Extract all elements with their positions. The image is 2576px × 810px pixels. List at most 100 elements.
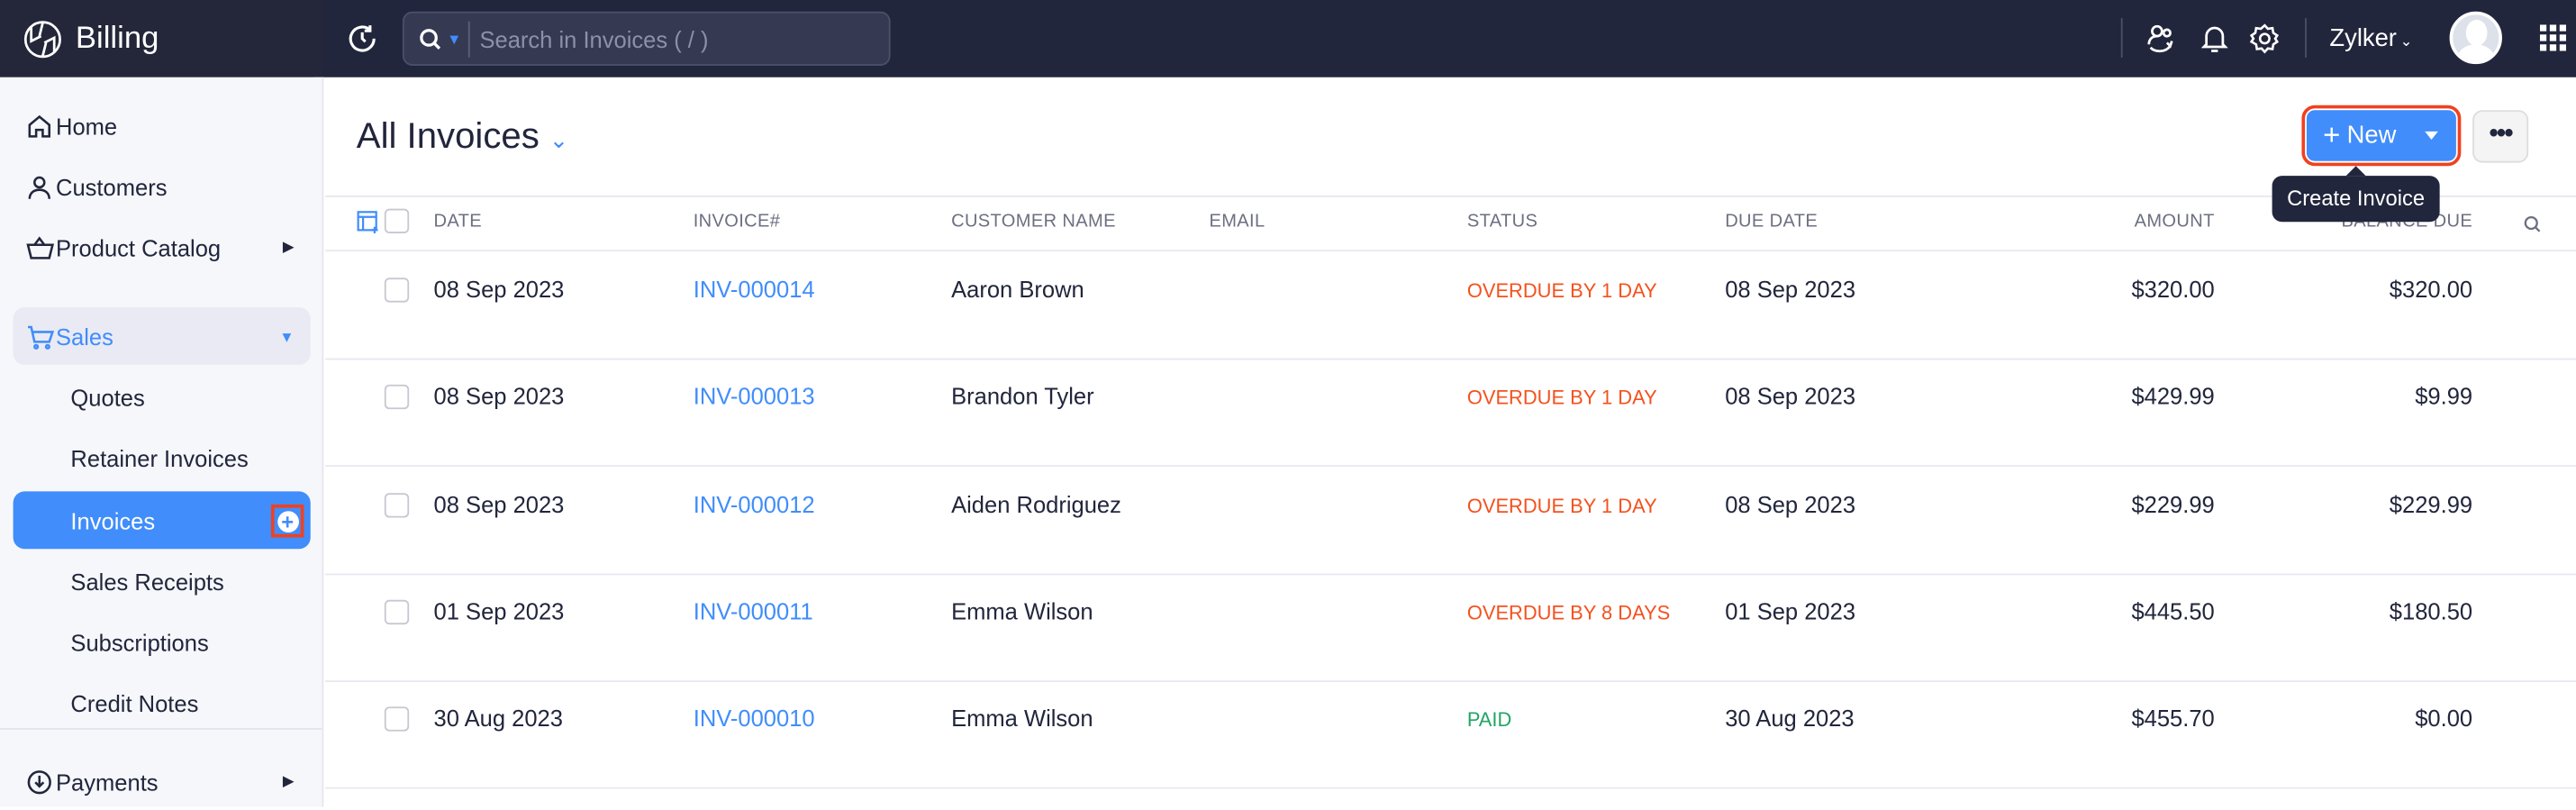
brand[interactable]: Billing <box>0 0 324 77</box>
sidebar-item-product-catalog[interactable]: Product Catalog ▶ <box>14 219 311 277</box>
cell-balance-due: $229.99 <box>2389 490 2473 517</box>
apps-grid-icon[interactable] <box>2539 24 2567 51</box>
column-header-due-date[interactable]: DUE DATE <box>1725 212 1818 232</box>
chevron-right-icon: ▶ <box>282 238 295 255</box>
row-checkbox[interactable] <box>384 706 410 733</box>
plus-icon: + <box>2323 118 2341 151</box>
status-badge: OVERDUE BY 1 DAY <box>1466 494 1657 517</box>
view-selector[interactable]: All Invoices ⌄ <box>357 115 568 158</box>
select-all-checkbox[interactable] <box>384 208 410 234</box>
table-row[interactable] <box>325 466 2576 573</box>
status-badge: OVERDUE BY 1 DAY <box>1466 387 1657 410</box>
top-bar <box>0 0 2576 77</box>
column-header-customer[interactable]: CUSTOMER NAME <box>951 212 1116 232</box>
app-name: Billing <box>75 20 159 56</box>
table-row[interactable] <box>325 680 2576 787</box>
table-row[interactable] <box>325 251 2576 359</box>
referral-icon[interactable] <box>2145 23 2175 55</box>
avatar[interactable] <box>2449 11 2502 65</box>
cell-customer: Emma Wilson <box>951 597 1093 624</box>
history-icon[interactable] <box>347 23 378 55</box>
org-switcher[interactable]: Zylker ⌄ <box>2329 24 2412 52</box>
table-row[interactable] <box>325 573 2576 680</box>
basket-icon <box>26 235 55 259</box>
row-checkbox[interactable] <box>384 599 410 624</box>
chevron-right-icon: ▶ <box>282 772 295 789</box>
new-invoice-button[interactable]: + New <box>2301 105 2462 167</box>
invoice-link[interactable]: INV-000010 <box>694 705 815 732</box>
cell-date: 08 Sep 2023 <box>433 490 565 517</box>
invoice-link[interactable]: INV-000014 <box>694 276 815 302</box>
more-options-button[interactable]: ••• <box>2472 110 2529 163</box>
bell-icon[interactable] <box>2201 23 2228 55</box>
gear-icon[interactable] <box>2249 23 2281 55</box>
org-name: Zylker <box>2329 24 2397 53</box>
plus-circle-icon: + <box>277 510 299 532</box>
divider <box>2120 18 2123 58</box>
cell-date: 08 Sep 2023 <box>433 383 565 410</box>
invoice-link[interactable]: INV-000011 <box>694 598 813 624</box>
cell-customer: Aaron Brown <box>951 276 1084 303</box>
sidebar-item-label: Subscriptions <box>70 628 209 655</box>
sidebar-item-label: Customers <box>56 173 168 200</box>
dropdown-caret-icon[interactable] <box>2425 131 2438 141</box>
sidebar-item-label: Retainer Invoices <box>70 444 249 471</box>
cell-balance-due: $9.99 <box>2415 383 2473 410</box>
sidebar-item-label: Invoices <box>70 506 156 533</box>
cell-amount: $455.70 <box>2131 705 2215 733</box>
sidebar-item-customers[interactable]: Customers <box>14 158 311 215</box>
column-header-date[interactable]: DATE <box>434 212 482 232</box>
sidebar-item-credit-notes[interactable]: Credit Notes <box>14 674 311 732</box>
cell-due-date: 08 Sep 2023 <box>1725 276 1856 303</box>
invoice-link[interactable]: INV-000012 <box>694 491 815 517</box>
row-checkbox[interactable] <box>384 278 410 303</box>
sidebar-item-label: Product Catalog <box>56 233 222 261</box>
cart-icon <box>28 324 55 350</box>
cell-balance-due: $320.00 <box>2389 276 2473 303</box>
column-header-amount[interactable]: AMOUNT <box>2050 212 2215 232</box>
status-badge: OVERDUE BY 1 DAY <box>1466 279 1657 303</box>
divider <box>467 20 470 57</box>
sidebar-item-invoices[interactable]: Invoices + <box>13 491 311 550</box>
column-header-status[interactable]: STATUS <box>1467 212 1537 232</box>
row-checkbox[interactable] <box>384 492 410 517</box>
divider <box>325 787 2576 789</box>
search-input[interactable]: ▼ Search in Invoices ( / ) <box>402 11 891 66</box>
cell-date: 30 Aug 2023 <box>433 705 563 733</box>
search-scope-chevron-icon[interactable]: ▼ <box>447 31 461 47</box>
sidebar-item-quotes[interactable]: Quotes <box>14 369 311 426</box>
cell-date: 01 Sep 2023 <box>433 597 565 624</box>
sidebar-item-label: Home <box>56 112 118 140</box>
chevron-down-icon: ▼ <box>279 327 295 345</box>
cell-due-date: 08 Sep 2023 <box>1725 383 1856 410</box>
customize-columns-icon[interactable] <box>357 210 380 234</box>
column-header-email[interactable]: EMAIL <box>1209 212 1265 232</box>
invoice-link[interactable]: INV-000013 <box>694 384 815 410</box>
search-icon[interactable] <box>2524 215 2542 233</box>
sidebar-item-payments[interactable]: Payments ▶ <box>14 752 311 810</box>
sidebar-item-subscriptions[interactable]: Subscriptions <box>14 613 311 670</box>
divider <box>2305 18 2307 58</box>
cell-customer: Brandon Tyler <box>951 383 1094 410</box>
sidebar: Home Customers Product Catalog ▶ Sales ▼ Q… <box>0 77 324 810</box>
sidebar-item-sales[interactable]: Sales ▼ <box>13 307 311 365</box>
add-invoice-button[interactable]: + <box>270 504 304 538</box>
search-placeholder: Search in Invoices ( / ) <box>479 25 709 52</box>
status-badge: PAID <box>1466 708 1512 733</box>
tooltip: Create Invoice <box>2272 166 2440 223</box>
payments-icon <box>27 769 51 794</box>
cell-due-date: 01 Sep 2023 <box>1725 597 1856 624</box>
sidebar-item-retainer-invoices[interactable]: Retainer Invoices <box>14 429 311 487</box>
column-header-invoice[interactable]: INVOICE# <box>694 212 781 232</box>
sidebar-item-label: Sales <box>56 323 113 350</box>
row-checkbox[interactable] <box>384 385 410 410</box>
billing-logo-icon <box>23 20 61 58</box>
sidebar-item-sales-receipts[interactable]: Sales Receipts <box>14 552 311 610</box>
divider <box>0 728 322 730</box>
table-row[interactable] <box>325 359 2576 466</box>
cell-amount: $229.99 <box>2131 490 2215 517</box>
sidebar-item-home[interactable]: Home <box>14 97 311 155</box>
status-badge: OVERDUE BY 8 DAYS <box>1466 601 1671 624</box>
cell-balance-due: $180.50 <box>2389 597 2473 624</box>
page-title: All Invoices <box>356 114 540 157</box>
